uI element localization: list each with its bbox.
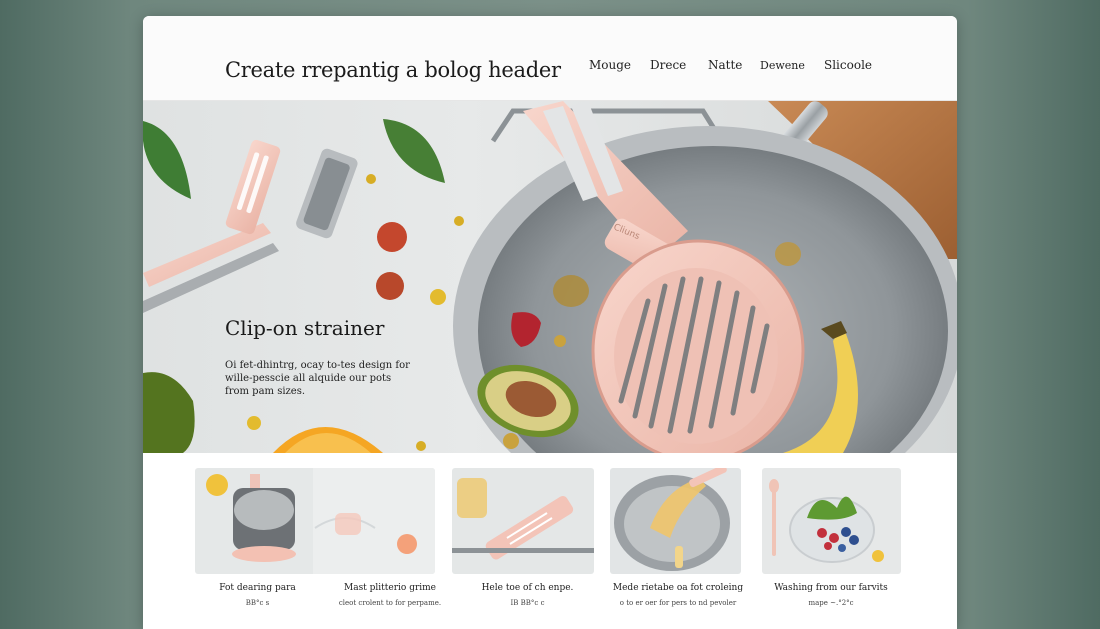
page-card: Create rrepantig a bolog header Mouge Dr… <box>143 16 957 629</box>
nav-item-slicoole[interactable]: Slicoole <box>824 58 872 72</box>
gallery-thumb-pan[interactable] <box>610 468 741 574</box>
gallery-subcaption-2: cleot crolent to for perpame. <box>338 599 442 607</box>
tomato-image <box>247 174 464 451</box>
gallery-subcaption-1: BB°c s <box>245 599 270 607</box>
hero-title: Clip-on strainer <box>225 316 385 340</box>
gallery-thumb-strainer[interactable] <box>452 468 594 574</box>
salad-thumb-image <box>762 468 901 574</box>
main-nav: Mouge Drece Natte Dewene Slicoole <box>143 58 957 78</box>
nav-item-natte[interactable]: Natte <box>708 58 742 72</box>
gallery-subcaption-4: o to er oer for pers to nd pevoler <box>619 599 737 607</box>
nav-item-drece[interactable]: Drece <box>650 58 686 72</box>
site-header: Create rrepantig a bolog header Mouge Dr… <box>143 16 957 101</box>
nav-item-dewene[interactable]: Dewene <box>760 59 805 72</box>
nav-item-mouge[interactable]: Mouge <box>589 58 631 72</box>
pot-thumb-image <box>195 468 435 574</box>
gallery-subcaption-5: mape ~.°2°c <box>808 599 854 607</box>
gallery-thumb-salad[interactable] <box>762 468 901 574</box>
gallery-caption-5: Washing from our farvits <box>774 583 888 593</box>
hero-banner: Cliuns Clip-on strainer Oi fet-dhintrg, … <box>143 101 957 453</box>
orange-slice-image <box>273 427 383 453</box>
gallery-caption-3: Hele toe of ch enpe. <box>481 583 574 593</box>
gallery-subcaption-3: IB BB°c c <box>510 599 545 607</box>
gallery-caption-2: Mast plitterio grime <box>343 583 437 593</box>
gallery-caption-1: Fot dearing para <box>219 583 296 593</box>
gallery-thumb-pot[interactable] <box>195 468 435 574</box>
product-gallery: Fot dearing para BB°c s Mast plitterio g… <box>143 453 957 629</box>
hero-illustration: Cliuns <box>143 101 957 453</box>
strainer-thumb-image <box>452 468 594 574</box>
gallery-caption-4: Mede rietabe oa fot croleing <box>612 583 744 593</box>
hero-description: Oi fet-dhintrg, ocay to-tes design for w… <box>225 360 410 397</box>
pan-thumb-image <box>610 468 741 574</box>
